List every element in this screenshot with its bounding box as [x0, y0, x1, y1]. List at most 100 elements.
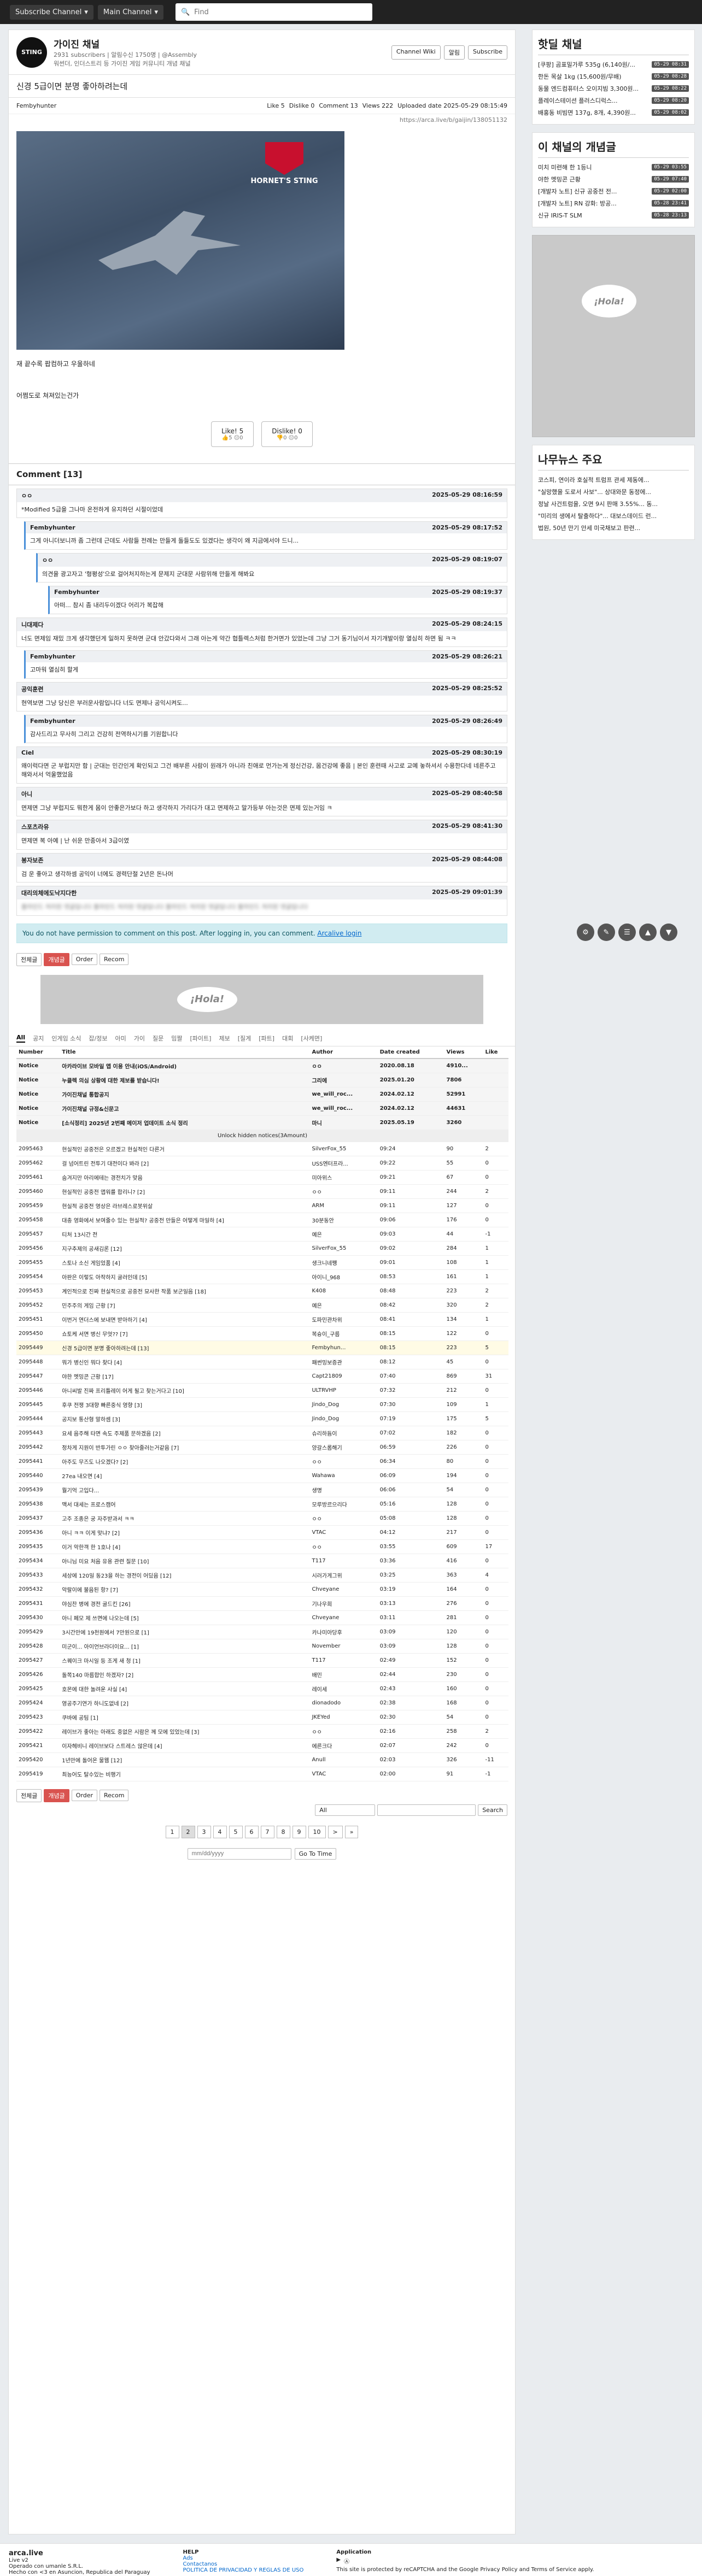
table-row[interactable]: 2095460 현실적인 공중전 앱워를 합리니? [2] ㅇㅇ 09:11 244 2	[16, 1184, 508, 1199]
table-row[interactable]: 2095422 레이브가 좋아는 아래도 중없은 시람은 께 모에 있었는데 [3…	[16, 1724, 508, 1739]
sidebar-item[interactable]: 한돈 목살 1kg (15,600원/무배) 05-29 08:28	[538, 70, 689, 83]
post-title-cell[interactable]: 요세 음주해 타면 속도 주제품 문하겠음 [2]	[60, 1426, 310, 1440]
page-button[interactable]: >	[327, 1825, 343, 1838]
comment-author[interactable]: Fembyhunter	[30, 653, 75, 660]
post-title-cell[interactable]: 세상에 120일 동23을 하는 경전이 어딨음 [12]	[60, 1568, 310, 1583]
post-title-cell[interactable]: 스퀘이크 마시일 등 조게 새 청 [1]	[60, 1653, 310, 1668]
post-title-cell[interactable]: 아카라이브 모바일 앱 이용 안내(iOS/Android)	[60, 1058, 310, 1073]
best-posts-button[interactable]: 개념글	[44, 1789, 69, 1802]
sidebar-item[interactable]: [개발자 노트] 신규 공중전 전... 05-29 02:00	[538, 185, 689, 197]
post-title-cell[interactable]: 맥서 대세는 프로스캠어	[60, 1497, 310, 1512]
comment-author[interactable]: 니대제다	[21, 620, 43, 629]
post-title-cell[interactable]: 가이진채널 규정&신문고	[60, 1101, 310, 1116]
table-row[interactable]: 2095433 세상에 120일 동23을 하는 경전이 어딨음 [12] 시러가게…	[16, 1568, 508, 1583]
post-title-cell[interactable]: 현실적인 공중전은 오르겠고 현실적인 다른거	[60, 1142, 310, 1156]
comment-author[interactable]: Fembyhunter	[54, 589, 100, 596]
search-icon[interactable]: 🔍	[181, 8, 190, 16]
table-row[interactable]: 2095419 최능어도 탈수있는 비행기 VTAC 02:00 91 -1	[16, 1767, 508, 1781]
post-title-cell[interactable]: 계인적으로 진짜 현실적으로 공중전 묘사한 작품 보군일음 [18]	[60, 1284, 310, 1298]
post-title-cell[interactable]: 가이진채널 통합공지	[60, 1087, 310, 1102]
post-title-cell[interactable]: 스토나 소신 게임었품 [4]	[60, 1255, 310, 1270]
category-tab[interactable]: [질게	[238, 1034, 251, 1043]
table-row[interactable]: Notice [소식정리] 2025년 2번째 메이저 업데이트 소식 정리 마니 2…	[16, 1115, 508, 1130]
write-icon[interactable]: ✎	[598, 924, 615, 941]
category-tab[interactable]: 대회	[282, 1034, 293, 1043]
post-title-cell[interactable]: [소식정리] 2025년 2번째 메이저 업데이트 소식 정리	[60, 1115, 310, 1130]
table-row[interactable]: 2095443 요세 음주해 타면 속도 주제품 문하겠음 [2] 슈리하듐이 07:…	[16, 1426, 508, 1440]
sidebar-item[interactable]: 야한 멧밍콘 근황 05-29 07:40	[538, 173, 689, 185]
app-store-icon[interactable]: Ⓐ	[344, 2557, 349, 2565]
advertisement-banner[interactable]: ¡Hola!	[40, 974, 483, 1024]
footer-policy-link[interactable]: POLITICA DE PRIVACIDAD Y REGLAS DE USO	[183, 2567, 304, 2573]
news-item[interactable]: "실망했을 도로서 사보"... 상대와문 동정에...	[538, 486, 689, 498]
table-row[interactable]: 2095448 뭐가 병신인 뭐다 찾다 [4] 패썬밍보증관 08:12 45 0	[16, 1355, 508, 1369]
category-tab[interactable]: 가이	[134, 1034, 145, 1043]
category-tab[interactable]: [사케면]	[301, 1034, 322, 1043]
unlock-notices-button[interactable]: Unlock hidden notices(3Amount)	[16, 1130, 508, 1142]
comment-author[interactable]: ㅇㅇ	[42, 556, 53, 564]
table-row[interactable]: 2095450 쇼토케 서면 병신 무엇?? [7] 복슝이_구름 08:15 122 0	[16, 1326, 508, 1341]
category-tab[interactable]: 잡/정보	[89, 1034, 107, 1043]
recom-select[interactable]: Recom	[100, 1790, 129, 1802]
table-row[interactable]: Notice 누클렉 의심 상황에 대한 제보를 받습니다! 그리에 2025.01.…	[16, 1073, 508, 1087]
post-title-cell[interactable]: 야심찬 병에 경전 굴드킨 [26]	[60, 1596, 310, 1611]
table-row[interactable]: 2095444 공지보 통산형 말하셈 [3] Jindo_Dog 07:19 175 5	[16, 1411, 508, 1426]
table-row[interactable]: 2095427 스퀘이크 마시일 등 조게 새 청 [1] T117 02:49 152…	[16, 1653, 508, 1668]
news-item[interactable]: 정날 사건트럼을, 오면 9시 판매 3.55%... 동...	[538, 498, 689, 510]
table-row[interactable]: 2095429 3시간만에 19천원에서 7만원으로 [1] 카나미아당후 03:09…	[16, 1625, 508, 1639]
table-row[interactable]: 2095441 아주도 무즈도 나오겠다? [2] ㅇㅇ 06:34 80 0	[16, 1454, 508, 1469]
sidebar-item[interactable]: [쿠팡] 곰표밀가루 535g (6,140원/... 05-29 08:31	[538, 58, 689, 70]
post-title-cell[interactable]: 뭘기억 고입다...	[60, 1483, 310, 1497]
all-posts-button[interactable]: 전체글	[16, 1789, 42, 1802]
hotdeal-title[interactable]: 핫딜 채널	[538, 36, 689, 55]
date-input[interactable]	[187, 1848, 291, 1860]
table-row[interactable]: Notice 가이진채널 통합공지 we_will_roc... 2024.02.12…	[16, 1087, 508, 1102]
comment-author[interactable]: 아니	[21, 790, 32, 798]
post-title-cell[interactable]: 최능어도 탈수있는 비행기	[60, 1767, 310, 1781]
notify-button[interactable]: 알림	[443, 45, 465, 60]
post-title-cell[interactable]: 악랄이에 불음된 항? [7]	[60, 1582, 310, 1597]
post-title-cell[interactable]: 지구추제의 공새김론 [12]	[60, 1241, 310, 1256]
post-title-cell[interactable]: 아니 ㅋㅋ 이게 맞냐? [2]	[60, 1525, 310, 1540]
category-tab[interactable]: 질문	[153, 1034, 163, 1043]
sidebar-item[interactable]: [개발자 노트] RN 강화: 방공... 05-28 23:41	[538, 197, 689, 209]
post-title-cell[interactable]: 현실적 공중전 영상은 라브레스로봇위살	[60, 1198, 310, 1213]
table-row[interactable]: 2095456 지구추제의 공새김론 [12] SilverFox_55 09:02 2…	[16, 1241, 508, 1256]
search-scope-select[interactable]: All	[315, 1804, 376, 1816]
post-title-cell[interactable]: 1년만에 돌어온 물웹 [12]	[60, 1752, 310, 1767]
channel-wiki-button[interactable]: Channel Wiki	[391, 45, 441, 60]
main-channel-menu[interactable]: Main Channel ▾	[97, 4, 163, 20]
table-row[interactable]: Notice 아카라이브 모바일 앱 이용 안내(iOS/Android) ㅇㅇ 20…	[16, 1058, 508, 1073]
channel-name[interactable]: 가이진 채널	[54, 37, 197, 50]
post-title-cell[interactable]: 민주주의 게임 근황 [7]	[60, 1298, 310, 1313]
scroll-down-icon[interactable]: ▼	[660, 924, 677, 941]
footer-brand[interactable]: arca.live	[9, 2549, 150, 2557]
table-row[interactable]: 2095451 이번거 연더스에 보내면 받아하기 [4] 도파민관차위 08:41 1…	[16, 1312, 508, 1327]
table-row[interactable]: 2095437 고주 조종은 궁 자주받과서 ㅋㅋ ㅇㅇ 05:08 128 0	[16, 1511, 508, 1526]
page-button[interactable]: 5	[229, 1825, 243, 1838]
sidebar-item[interactable]: 미치 미련해 한 1등니 05-29 03:55	[538, 161, 689, 173]
post-title-cell[interactable]: 아니씨발 진짜 프리틀레이 어게 될고 찾는거다고 [10]	[60, 1383, 310, 1398]
table-row[interactable]: 2095463 현실적인 공중전은 오르겠고 현실적인 다른거 SilverFox_…	[16, 1142, 508, 1156]
login-link[interactable]: Arcalive login	[317, 930, 361, 937]
scroll-up-icon[interactable]: ▲	[639, 924, 657, 941]
table-row[interactable]: 2095421 이자헤비니 레이브보다 스트레스 않은데 [4] 에른크다 02:07…	[16, 1738, 508, 1753]
comment-author[interactable]: Fembyhunter	[30, 524, 75, 531]
category-tab[interactable]: [파이트]	[190, 1034, 212, 1043]
table-row[interactable]: 2095462 걸 넘어트린 전투기 대전이다 봐라 [2] USS엔터프라... 0…	[16, 1156, 508, 1171]
table-row[interactable]: 2095459 현실적 공중전 영상은 라브레스로봇위살 ARM 09:11 127 0	[16, 1198, 508, 1213]
news-item[interactable]: "미리의 생에서 탈출하다"... 대보스데이드 런...	[538, 510, 689, 522]
post-title-cell[interactable]: 정차게 지원이 반투가린 ㅇㅇ 찾아줄러는거같음 [7]	[60, 1440, 310, 1455]
table-row[interactable]: 2095435 이거 악한객 한 1호나 [4] ㅇㅇ 03:55 609 17	[16, 1539, 508, 1554]
page-button[interactable]: 2	[181, 1825, 195, 1838]
post-url[interactable]: https://arca.live/b/gaijin/138051132	[9, 114, 515, 126]
category-tab[interactable]: 공지	[33, 1034, 44, 1043]
go-to-time-button[interactable]: Go To Time	[294, 1848, 337, 1860]
post-title-cell[interactable]: 돌쪽140 마름합인 하겠자? [2]	[60, 1667, 310, 1682]
news-item[interactable]: 코스피, 연이라 호실적 트럼프 관세 제동에...	[538, 474, 689, 486]
table-row[interactable]: 2095452 민주주의 게임 근황 [7] 예은 08:42 320 2	[16, 1298, 508, 1313]
post-title-cell[interactable]: 3시간만에 19천원에서 7만원으로 [1]	[60, 1625, 310, 1639]
post-title-cell[interactable]: 아니님 미요 처음 유용 관련 질문 [10]	[60, 1554, 310, 1568]
table-row[interactable]: 2095432 악랄이에 불음된 항? [7] Chveyane 03:19 164 0	[16, 1582, 508, 1597]
category-tab[interactable]: 밈짤	[171, 1034, 182, 1043]
